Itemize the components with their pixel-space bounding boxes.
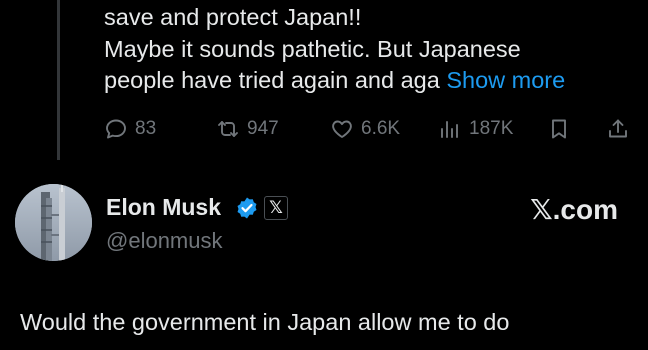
thread-connector-line (57, 0, 60, 160)
like-button[interactable]: 6.6K (330, 114, 400, 144)
reply-count: 83 (135, 118, 157, 139)
avatar[interactable] (15, 184, 92, 261)
bookmark-button[interactable] (547, 114, 571, 144)
repost-icon (218, 121, 238, 137)
repost-count: 947 (247, 118, 279, 139)
tweet-text-line: save and protect Japan!! (104, 4, 362, 30)
repost-button[interactable]: 947 (216, 114, 279, 144)
verified-badge-icon (237, 197, 257, 219)
share-icon (609, 119, 627, 138)
heart-icon (332, 120, 352, 138)
parent-tweet-text: save and protect Japan!! Maybe it sounds… (104, 2, 634, 97)
author-handle[interactable]: @elonmusk (106, 228, 223, 254)
tweet-action-bar: 83 947 6.6K 187K (104, 114, 634, 144)
views-icon (441, 121, 458, 138)
tweet-text-line: Maybe it sounds pathetic. But Japanese (104, 35, 521, 62)
affiliation-badge[interactable]: 𝕏 (264, 196, 288, 220)
show-more-link[interactable]: Show more (446, 67, 565, 93)
bookmark-icon (552, 119, 566, 139)
avatar-image (15, 184, 92, 261)
x-com-link[interactable]: 𝕏.com (530, 193, 618, 226)
reply-button[interactable]: 83 (104, 114, 156, 144)
share-button[interactable] (606, 114, 630, 144)
views-button[interactable]: 187K (438, 114, 513, 144)
reply-icon (106, 119, 126, 139)
tweet-text-line: people have tried again and aga Show mor… (104, 65, 634, 97)
views-count: 187K (469, 118, 514, 139)
quoted-tweet-text: Would the government in Japan allow me t… (20, 309, 510, 335)
tweet-text-fragment: people have tried again and aga (104, 67, 440, 93)
x-logo-icon: 𝕏 (269, 198, 283, 217)
like-count: 6.6K (361, 118, 401, 139)
author-name[interactable]: Elon Musk (106, 194, 221, 221)
